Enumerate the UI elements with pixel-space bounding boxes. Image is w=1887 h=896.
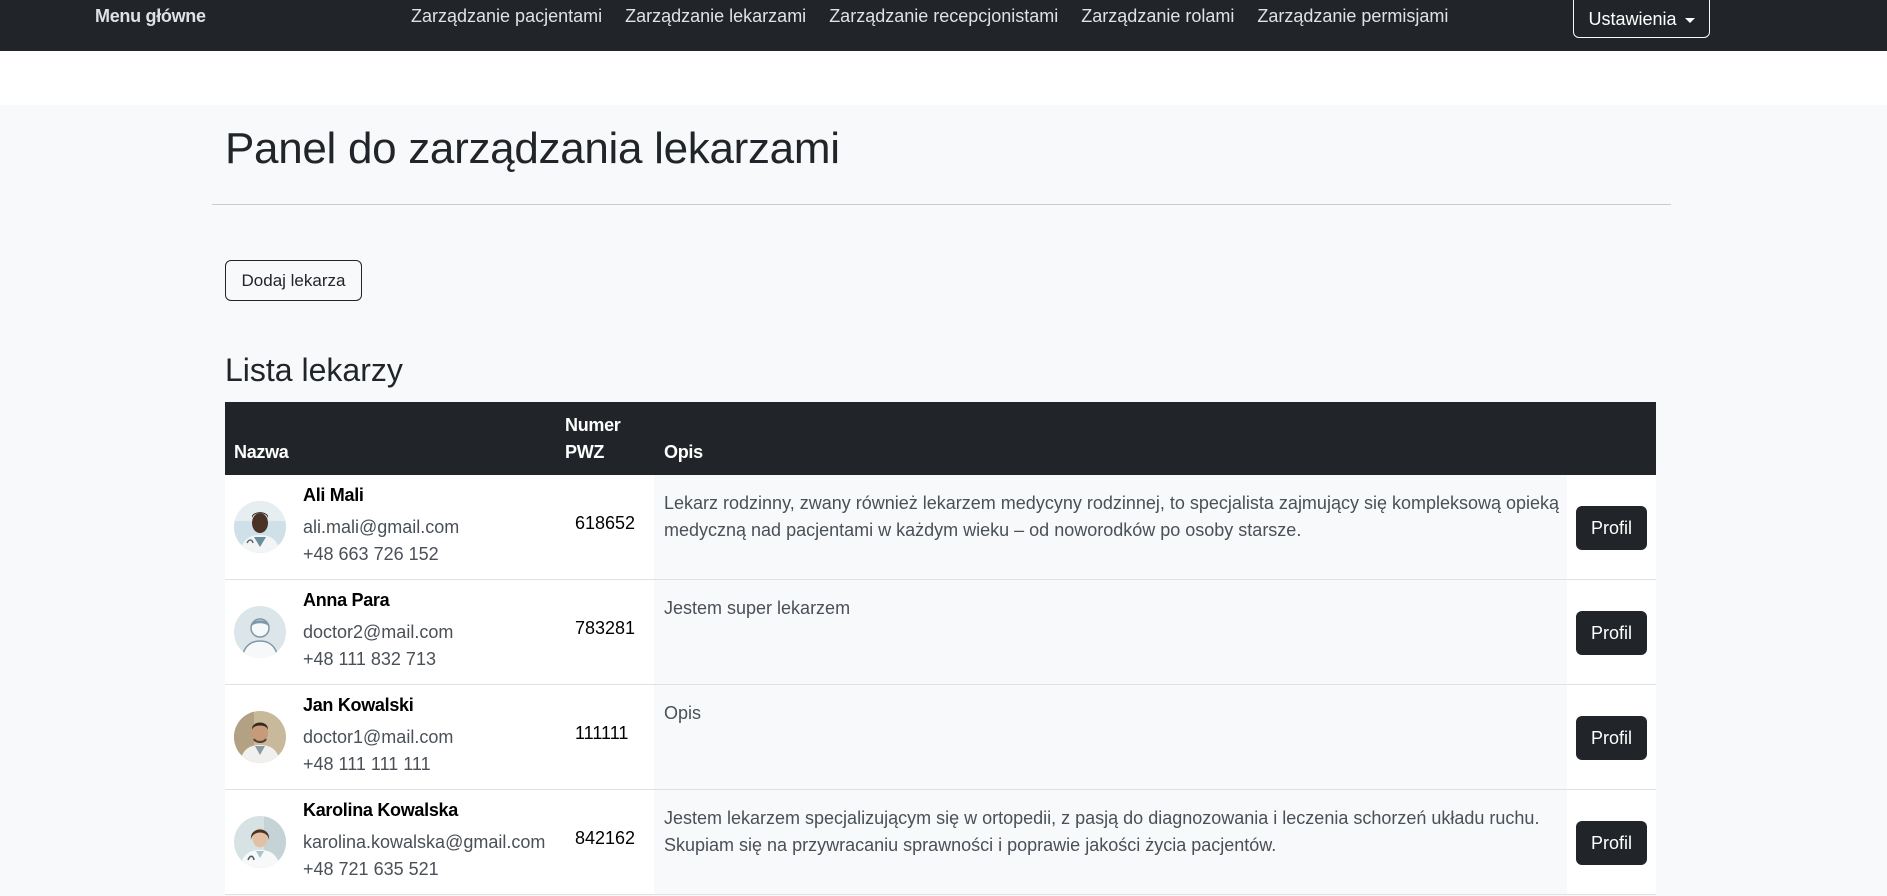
doctor-name: Karolina Kowalska — [303, 800, 458, 820]
doctor-email: doctor2@mail.com — [303, 622, 454, 642]
doctor-email: karolina.kowalska@gmail.com — [303, 832, 546, 852]
caret-down-icon — [1684, 17, 1695, 23]
doctors-table: Nazwa Numer PWZ Opis Ali Mali ali.mali@g… — [225, 402, 1656, 895]
settings-label: Ustawienia — [1588, 8, 1677, 29]
doctor-description: Opis — [664, 703, 702, 723]
doctor-phone: +48 111 832 713 — [303, 649, 436, 669]
doctor-photo-icon — [234, 501, 286, 553]
top-navbar: Menu główne Zarządzanie pacjentami Zarzą… — [0, 0, 1887, 51]
profile-button[interactable]: Profil — [1576, 821, 1647, 865]
doctor-name: Anna Para — [303, 590, 390, 610]
doctor-photo-icon — [234, 816, 286, 868]
doctor-name: Jan Kowalski — [303, 695, 414, 715]
doctor-name: Ali Mali — [303, 485, 364, 505]
nav-link-permissions[interactable]: Zarządzanie permisjami — [1257, 6, 1448, 27]
settings-dropdown-button[interactable]: Ustawienia — [1573, 0, 1710, 38]
doctor-description: Lekarz rodzinny, zwany również lekarzem … — [664, 493, 1560, 540]
doctor-pwz: 618652 — [575, 513, 636, 533]
title-divider — [212, 204, 1671, 205]
column-header-name: Nazwa — [234, 442, 289, 462]
column-header-opis: Opis — [664, 442, 703, 462]
profile-button[interactable]: Profil — [1576, 716, 1647, 760]
doctor-photo-icon — [234, 711, 286, 763]
nav-link-receptionists[interactable]: Zarządzanie recepcjonistami — [829, 6, 1058, 27]
doctor-description: Jestem lekarzem specjalizującym się w or… — [664, 808, 1540, 855]
nav-link-doctors[interactable]: Zarządzanie lekarzami — [625, 6, 806, 27]
nav-links: Zarządzanie pacjentami Zarządzanie lekar… — [411, 6, 1448, 27]
profile-button[interactable]: Profil — [1576, 506, 1647, 550]
table-header: Nazwa Numer PWZ Opis — [225, 402, 1656, 475]
nav-link-roles[interactable]: Zarządzanie rolami — [1081, 6, 1234, 27]
doctor-phone: +48 663 726 152 — [303, 544, 439, 564]
doctor-description: Jestem super lekarzem — [664, 598, 851, 618]
default-user-icon — [234, 606, 286, 658]
table-row: Anna Para doctor2@mail.com +48 111 832 7… — [225, 580, 1656, 685]
doctor-pwz: 783281 — [575, 618, 636, 638]
doctor-email: doctor1@mail.com — [303, 727, 454, 747]
brand-link[interactable]: Menu główne — [95, 6, 206, 27]
page-title: Panel do zarządzania lekarzami — [225, 124, 840, 173]
doctor-phone: +48 111 111 111 — [303, 754, 431, 774]
table-row: Karolina Kowalska karolina.kowalska@gmai… — [225, 790, 1656, 895]
nav-link-patients[interactable]: Zarządzanie pacjentami — [411, 6, 602, 27]
column-header-pwz-line1: Numer — [565, 415, 621, 435]
doctor-pwz: 842162 — [575, 828, 636, 848]
profile-button[interactable]: Profil — [1576, 611, 1647, 655]
add-doctor-button[interactable]: Dodaj lekarza — [225, 260, 362, 301]
column-header-pwz-line2: PWZ — [565, 442, 605, 462]
doctor-phone: +48 721 635 521 — [303, 859, 439, 879]
table-row: Ali Mali ali.mali@gmail.com +48 663 726 … — [225, 475, 1656, 580]
header-spacer — [0, 51, 1887, 105]
table-row: Jan Kowalski doctor1@mail.com +48 111 11… — [225, 685, 1656, 790]
doctor-pwz: 111111 — [575, 723, 629, 743]
doctors-list-title: Lista lekarzy — [225, 352, 403, 388]
doctor-email: ali.mali@gmail.com — [303, 517, 460, 537]
